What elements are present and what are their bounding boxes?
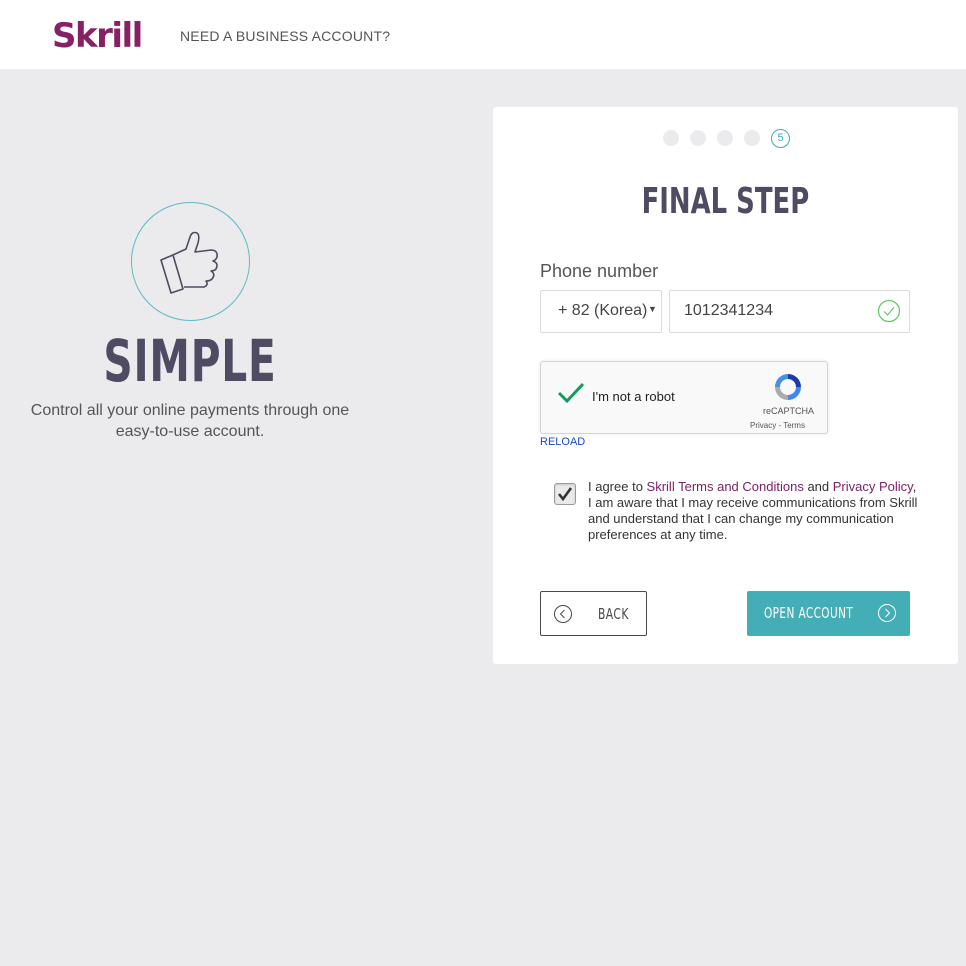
recaptcha-privacy-terms[interactable]: Privacy - Terms (750, 421, 805, 430)
terms-link[interactable]: Skrill Terms and Conditions (647, 479, 804, 494)
agreement-checkbox[interactable] (554, 483, 576, 505)
agreement-prefix: I agree to (588, 479, 647, 494)
chevron-left-icon (554, 605, 572, 623)
checkbox-check-icon (557, 487, 573, 502)
hero-title: SIMPLE (103, 327, 277, 395)
dropdown-caret-icon: ▼ (648, 304, 657, 314)
skrill-logo[interactable]: Skrill (52, 14, 143, 58)
hero-icon-circle (131, 202, 250, 321)
country-code-select[interactable]: + 82 (Korea) (540, 290, 662, 333)
step-progress: 5 (663, 128, 790, 148)
form-title: FINAL STEP (641, 181, 810, 222)
recaptcha-logo-icon (775, 374, 801, 400)
thumbs-up-icon (160, 231, 218, 294)
privacy-policy-link[interactable]: Privacy Policy (833, 479, 913, 494)
phone-label: Phone number (540, 261, 659, 281)
signup-card: 5 FINAL STEP Phone number + 82 (Korea) ▼… (493, 107, 958, 664)
agreement-and: and (803, 479, 833, 494)
reload-link[interactable]: RELOAD (540, 436, 585, 448)
phone-number-input[interactable]: 1012341234 (669, 290, 910, 333)
back-button[interactable]: BACK (540, 591, 647, 636)
step-dot-1 (663, 130, 679, 146)
top-bar: Skrill NEED A BUSINESS ACCOUNT? (0, 0, 966, 69)
step-dot-3 (717, 130, 733, 146)
agreement-text: I agree to Skrill Terms and Conditions a… (588, 479, 918, 543)
captcha-checkmark-icon[interactable] (557, 381, 585, 405)
hero-description: Control all your online payments through… (30, 402, 350, 440)
captcha-label: I'm not a robot (592, 389, 675, 404)
recaptcha-widget: I'm not a robot reCAPTCHA Privacy - Term… (540, 361, 828, 434)
business-account-link[interactable]: NEED A BUSINESS ACCOUNT? (180, 28, 390, 44)
step-dot-4 (744, 130, 760, 146)
chevron-right-icon (878, 604, 896, 622)
back-button-label: BACK (598, 605, 629, 623)
recaptcha-brand: reCAPTCHA (763, 406, 815, 416)
valid-check-icon (877, 299, 901, 323)
open-account-label: OPEN ACCOUNT (764, 604, 854, 622)
step-dot-2 (690, 130, 706, 146)
step-dot-current: 5 (771, 128, 790, 148)
open-account-button[interactable]: OPEN ACCOUNT (747, 591, 910, 636)
